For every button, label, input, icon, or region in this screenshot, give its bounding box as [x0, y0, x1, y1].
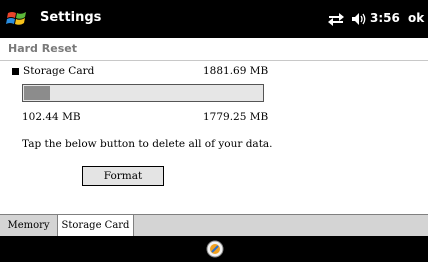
storage-used: 102.44 MB — [22, 111, 81, 123]
windows-start-icon[interactable] — [6, 9, 28, 29]
clock[interactable]: 3:56 — [370, 11, 400, 25]
bottom-bar — [0, 236, 428, 262]
instruction-text: Tap the below button to delete all of yo… — [22, 138, 273, 150]
ok-button[interactable]: ok — [408, 11, 424, 25]
tab-strip: Memory Storage Card — [0, 214, 428, 237]
storage-usage-fill — [24, 86, 50, 100]
title-bar: Settings 3:56 ok — [0, 0, 428, 38]
tab-storage-card[interactable]: Storage Card — [58, 215, 134, 236]
tab-memory[interactable]: Memory — [0, 215, 58, 236]
format-button[interactable]: Format — [82, 166, 164, 186]
tab-strip-background — [134, 215, 428, 237]
app-title: Settings — [40, 10, 102, 25]
storage-bullet-icon — [12, 68, 19, 75]
storage-total: 1881.69 MB — [203, 65, 269, 77]
storage-name: Storage Card — [23, 65, 95, 77]
storage-usage-bar — [22, 84, 264, 102]
volume-icon[interactable] — [350, 11, 368, 27]
section-header: Hard Reset — [0, 38, 428, 61]
storage-free: 1779.25 MB — [203, 111, 269, 123]
input-panel-icon[interactable] — [206, 240, 224, 258]
section-title: Hard Reset — [8, 42, 77, 55]
connectivity-icon[interactable] — [327, 12, 345, 26]
